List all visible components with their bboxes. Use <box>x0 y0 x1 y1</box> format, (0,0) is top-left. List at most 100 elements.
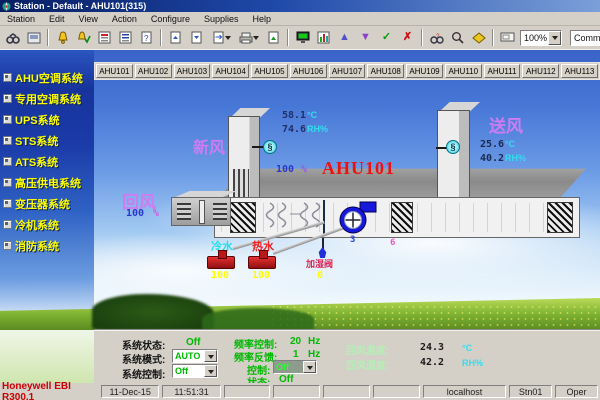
station-window: Station - Default - AHU101(315) Station … <box>0 0 600 400</box>
page-forward-button[interactable] <box>187 28 206 47</box>
tab-ahu108[interactable]: AHU108 <box>367 64 404 78</box>
dropdown-button[interactable] <box>204 350 217 362</box>
alarm-summary-button[interactable] <box>95 28 114 47</box>
print-button[interactable] <box>236 28 262 47</box>
return-air-damper[interactable] <box>171 197 231 226</box>
binoculars-icon <box>6 32 20 44</box>
status-value: Off <box>279 374 293 383</box>
lower-button[interactable]: ▼ <box>356 28 375 47</box>
tab-ahu113[interactable]: AHU113 <box>561 64 598 78</box>
sidebar-item-label: 消防系统 <box>15 238 59 254</box>
tab-ahu105[interactable]: AHU105 <box>251 64 288 78</box>
sidebar-item-label: AHU空调系统 <box>15 70 83 86</box>
dropdown-button[interactable] <box>204 365 217 377</box>
humidifier-spray-line <box>323 200 325 235</box>
tab-ahu107[interactable]: AHU107 <box>329 64 366 78</box>
menu-bar: Station Edit View Action Configure Suppl… <box>0 12 600 26</box>
tab-ahu102[interactable]: AHU102 <box>135 64 172 78</box>
supply-air-temp-unit: °C <box>505 139 515 149</box>
page-forward-icon <box>190 31 203 44</box>
menu-station[interactable]: Station <box>0 14 42 24</box>
tab-ahu111[interactable]: AHU111 <box>484 64 521 78</box>
zoom-dropdown-button[interactable] <box>548 31 561 45</box>
sidebar-item-special-ac[interactable]: 专用空调系统 <box>3 88 94 109</box>
status-panel-empty <box>323 385 370 398</box>
return-temp-label: 回风温度: <box>346 342 389 357</box>
sidebar-item-ats[interactable]: ATS系统 <box>3 151 94 172</box>
ahu-body[interactable] <box>214 197 580 238</box>
sidebar-item-fire[interactable]: 消防系统 <box>3 235 94 256</box>
mixed-damper-unit: % <box>301 164 307 175</box>
dropdown-button[interactable] <box>303 361 316 373</box>
sidebar-item-sts[interactable]: STS系统 <box>3 130 94 151</box>
navigate-button[interactable] <box>469 28 488 47</box>
search-point-button[interactable]: ? <box>427 28 446 47</box>
zoom-level-select[interactable]: 100% <box>520 30 562 46</box>
station-display-button[interactable] <box>293 28 312 47</box>
sidebar-item-label: 高压供电系统 <box>15 175 81 191</box>
control-value: Off <box>274 361 303 373</box>
alarm-button[interactable] <box>53 28 72 47</box>
sidebar-item-ups[interactable]: UPS系统 <box>3 109 94 130</box>
supply-air-duct <box>437 110 470 210</box>
find-station-button[interactable] <box>3 28 22 47</box>
accept-button[interactable]: ✓ <box>377 28 396 47</box>
tab-ahu106[interactable]: AHU106 <box>290 64 327 78</box>
grid-box-icon <box>3 94 12 103</box>
menu-supplies[interactable]: Supplies <box>197 14 246 24</box>
event-summary-button[interactable] <box>116 28 135 47</box>
alarm-ack-icon <box>77 31 91 44</box>
tab-ahu109[interactable]: AHU109 <box>406 64 443 78</box>
control-select[interactable]: Off <box>273 360 317 374</box>
hot-valve-value: 100 <box>252 270 270 281</box>
status-panel-empty <box>273 385 320 398</box>
zoom-button[interactable] <box>448 28 467 47</box>
printer-icon <box>239 32 253 44</box>
system-mode-select[interactable]: AUTO <box>172 349 218 363</box>
damper-handle <box>199 200 205 224</box>
time-panel: 11:51:31 <box>162 385 220 398</box>
menu-view[interactable]: View <box>72 14 105 24</box>
tab-ahu112[interactable]: AHU112 <box>522 64 559 78</box>
display-outline-icon <box>500 32 515 43</box>
menu-help[interactable]: Help <box>245 14 278 24</box>
sidebar-item-chiller[interactable]: 冷机系统 <box>3 214 94 235</box>
title-bar[interactable]: Station - Default - AHU101(315) <box>0 0 600 12</box>
tab-ahu110[interactable]: AHU110 <box>445 64 482 78</box>
command-combobox[interactable]: Command <box>570 30 600 46</box>
diamond-icon <box>472 32 486 44</box>
tab-ahu101[interactable]: AHU101 <box>96 64 133 78</box>
toolbar: ? ▲ ▼ ✓ ✗ ? 100% Command <box>0 26 600 50</box>
page-recall-button[interactable] <box>208 28 234 47</box>
chilled-water-valve[interactable] <box>207 256 235 269</box>
grid-box-icon <box>3 157 12 166</box>
station-setup-button[interactable] <box>24 28 43 47</box>
system-control-select[interactable]: Off <box>172 364 218 378</box>
page-back-button[interactable] <box>166 28 185 47</box>
menu-action[interactable]: Action <box>105 14 144 24</box>
raise-button[interactable]: ▲ <box>335 28 354 47</box>
sidebar-item-transformer[interactable]: 变压器系统 <box>3 193 94 214</box>
menu-configure[interactable]: Configure <box>144 14 197 24</box>
return-rh-value: 42.2 <box>420 357 444 368</box>
date-panel: 11-Dec-15 <box>101 385 159 398</box>
return-temp-value: 24.3 <box>420 342 444 353</box>
cancel-button[interactable]: ✗ <box>398 28 417 47</box>
page-export-button[interactable] <box>264 28 283 47</box>
fresh-air-sensor-icon[interactable]: § <box>263 140 277 154</box>
menu-edit[interactable]: Edit <box>42 14 72 24</box>
supply-air-sensor-icon[interactable]: § <box>446 140 460 154</box>
display-select-button[interactable] <box>498 28 517 47</box>
tab-ahu104[interactable]: AHU104 <box>212 64 249 78</box>
parameter-panel: 系统状态: Off 系统模式: AUTO 系统控制: Off 频率控制: 20 … <box>94 330 600 383</box>
sidebar-item-ahu[interactable]: AHU空调系统 <box>3 67 94 88</box>
supply-fan-icon[interactable] <box>335 199 379 236</box>
page-export-icon <box>267 31 280 44</box>
status-panel-empty <box>373 385 420 398</box>
trend-button[interactable] <box>314 28 333 47</box>
message-summary-button[interactable]: ? <box>137 28 156 47</box>
sidebar-item-hv-power[interactable]: 高压供电系统 <box>3 172 94 193</box>
alarm-ack-button[interactable] <box>74 28 93 47</box>
tab-ahu103[interactable]: AHU103 <box>174 64 211 78</box>
hot-water-valve[interactable] <box>248 256 276 269</box>
